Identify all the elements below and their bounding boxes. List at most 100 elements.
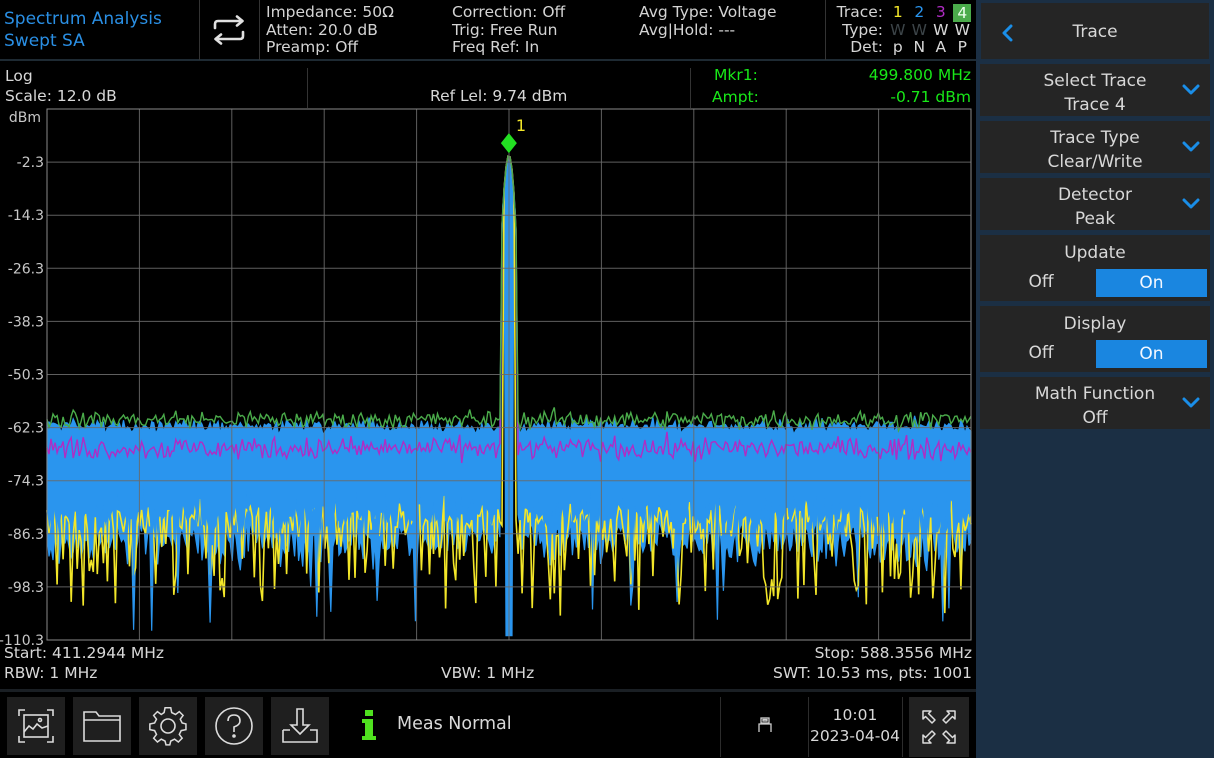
reference-level[interactable]: Ref Lel: 9.74 dBm — [430, 86, 567, 107]
y-tick-label: -2.3 — [17, 155, 44, 171]
file-manager-button[interactable] — [73, 697, 131, 755]
softkey-label: Detector — [1057, 185, 1133, 205]
sweep-info: Start: 411.2944 MHz Stop: 588.3556 MHz R… — [0, 643, 976, 687]
marker-frequency[interactable]: 499.800 MHz — [869, 65, 971, 86]
y-tick-label: -38.3 — [8, 314, 44, 330]
scale-per-div[interactable]: Scale: 12.0 dB — [5, 86, 117, 107]
chevron-left-icon — [1002, 24, 1013, 42]
marker-1-label: 1 — [516, 116, 526, 135]
math-function-softkey[interactable]: Math Function Off — [980, 377, 1210, 429]
info-icon — [360, 710, 378, 744]
trace-legend[interactable]: Trace: 1 2 3 4 Type: W W W W Det: p N A … — [831, 3, 973, 57]
detector-softkey[interactable]: Detector Peak — [980, 178, 1210, 230]
swap-arrows-icon — [213, 15, 245, 45]
marker-amplitude[interactable]: -0.71 dBm — [890, 87, 971, 108]
trace-3-number[interactable]: 3 — [930, 3, 952, 22]
amplitude-label: Ampt: — [712, 88, 759, 106]
avg-hold: Avg|Hold: --- — [639, 20, 736, 39]
y-axis-unit: dBm — [9, 110, 41, 126]
settings-button[interactable] — [139, 697, 197, 755]
trace-2-type: W — [911, 20, 927, 39]
chevron-down-icon — [1182, 84, 1200, 95]
measurement-info-bar: Log Scale: 12.0 dB Ref Lel: 9.74 dBm Mkr… — [0, 62, 976, 108]
spectrum-chart[interactable]: dBm -2.3 -14.3 -26.3 -38.3 -50.3 -62.3 -74.3 -86… — [0, 106, 976, 646]
display-softkey[interactable]: Display Off On — [980, 306, 1210, 372]
mode-title[interactable]: Spectrum Analysis Swept SA — [4, 8, 200, 52]
softkey-value: Clear/Write — [1047, 151, 1143, 172]
softkey-value: Trace 4 — [1064, 94, 1126, 115]
fullscreen-button[interactable] — [909, 697, 969, 757]
trace-4-type: W — [954, 20, 970, 39]
clock-date: 2023-04-04 — [809, 727, 901, 745]
update-softkey[interactable]: Update Off On — [980, 235, 1210, 301]
preamp: Preamp: Off — [266, 38, 359, 56]
freq-ref: Freq Ref: In — [452, 38, 540, 56]
trace-3-detector: A — [935, 38, 947, 56]
trigger-settings[interactable]: Correction: Off Trig: Free Run Freq Ref:… — [452, 3, 566, 57]
softkey-value: Off — [1082, 407, 1108, 428]
select-trace-softkey[interactable]: Select Trace Trace 4 — [980, 64, 1210, 116]
divider — [307, 68, 308, 108]
softkey-value: Peak — [1074, 208, 1116, 229]
mode-name: Spectrum Analysis — [4, 9, 162, 29]
trace-type-softkey[interactable]: Trace Type Clear/Write — [980, 121, 1210, 173]
stop-frequency[interactable]: Stop: 588.3556 MHz — [815, 643, 972, 663]
trace-1-type: W — [890, 20, 906, 39]
resolution-bandwidth[interactable]: RBW: 1 MHz — [4, 663, 97, 683]
submode-name: Swept SA — [4, 31, 85, 51]
marker-1-diamond[interactable] — [500, 133, 517, 154]
y-tick-label: -86.3 — [8, 527, 44, 543]
display-on-option-selected[interactable]: On — [1096, 340, 1207, 368]
divider — [902, 697, 903, 757]
y-tick-label: -98.3 — [8, 580, 44, 596]
spectrum-plot[interactable]: dBm -2.3 -14.3 -26.3 -38.3 -50.3 -62.3 -74.3 -86… — [0, 106, 976, 646]
update-on-option-selected[interactable]: On — [1096, 269, 1207, 297]
status-header: Spectrum Analysis Swept SA Impedance: 50… — [0, 0, 976, 61]
scale-type[interactable]: Log — [5, 66, 33, 87]
trace-3-type: W — [933, 20, 949, 39]
fullscreen-icon — [922, 710, 956, 744]
trace-2-number[interactable]: 2 — [909, 3, 931, 22]
display-off-option[interactable]: Off — [1016, 342, 1066, 366]
update-off-option[interactable]: Off — [1016, 271, 1066, 295]
start-frequency[interactable]: Start: 411.2944 MHz — [4, 643, 164, 663]
screenshot-button[interactable] — [7, 697, 65, 755]
settings-gear-icon — [149, 707, 187, 746]
y-tick-label: -62.3 — [8, 421, 44, 437]
video-bandwidth[interactable]: VBW: 1 MHz — [441, 663, 534, 683]
y-tick-label: -26.3 — [8, 261, 44, 277]
divider — [720, 697, 721, 757]
y-tick-label: -50.3 — [8, 368, 44, 384]
menu-title-back-button[interactable]: Trace — [980, 2, 1210, 60]
trace-1-number[interactable]: 1 — [887, 3, 909, 22]
impedance: Impedance: 50Ω — [266, 3, 394, 21]
softkey-label: Select Trace — [1043, 71, 1147, 91]
save-button[interactable] — [271, 697, 329, 755]
swap-mode-button[interactable] — [200, 0, 258, 60]
divider — [825, 0, 826, 60]
divider — [690, 68, 691, 108]
softkey-label: Trace Type — [1050, 128, 1140, 148]
system-clock[interactable]: 10:01 2023-04-04 — [809, 705, 901, 747]
input-settings[interactable]: Impedance: 50Ω Atten: 20.0 dB Preamp: Of… — [266, 3, 394, 57]
chevron-down-icon — [1182, 397, 1200, 408]
softkey-label: Update — [1064, 243, 1126, 263]
chevron-down-icon — [1182, 198, 1200, 209]
y-tick-label: -74.3 — [8, 474, 44, 490]
trace-4-number-selected[interactable]: 4 — [953, 3, 972, 22]
trace-row-label: Trace: — [836, 3, 883, 21]
help-icon — [215, 707, 253, 745]
folder-icon — [83, 711, 121, 742]
sweep-time[interactable]: SWT: 10.53 ms, pts: 1001 — [773, 663, 972, 683]
average-settings[interactable]: Avg Type: Voltage Avg|Hold: --- — [639, 3, 777, 39]
help-button[interactable] — [205, 697, 263, 755]
usb-icon — [757, 717, 773, 737]
correction: Correction: Off — [452, 3, 566, 21]
avg-type: Avg Type: Voltage — [639, 3, 777, 21]
trace-2-detector: N — [913, 38, 926, 56]
bottom-toolbar: Meas Normal 10:01 2023-04-04 — [0, 689, 976, 758]
softkey-label: Math Function — [1034, 384, 1156, 404]
marker-label: Mkr1: — [714, 66, 758, 84]
softkey-panel: Trace Select Trace Trace 4 Trace Type Cl… — [976, 0, 1214, 758]
y-tick-label: -14.3 — [8, 208, 44, 224]
